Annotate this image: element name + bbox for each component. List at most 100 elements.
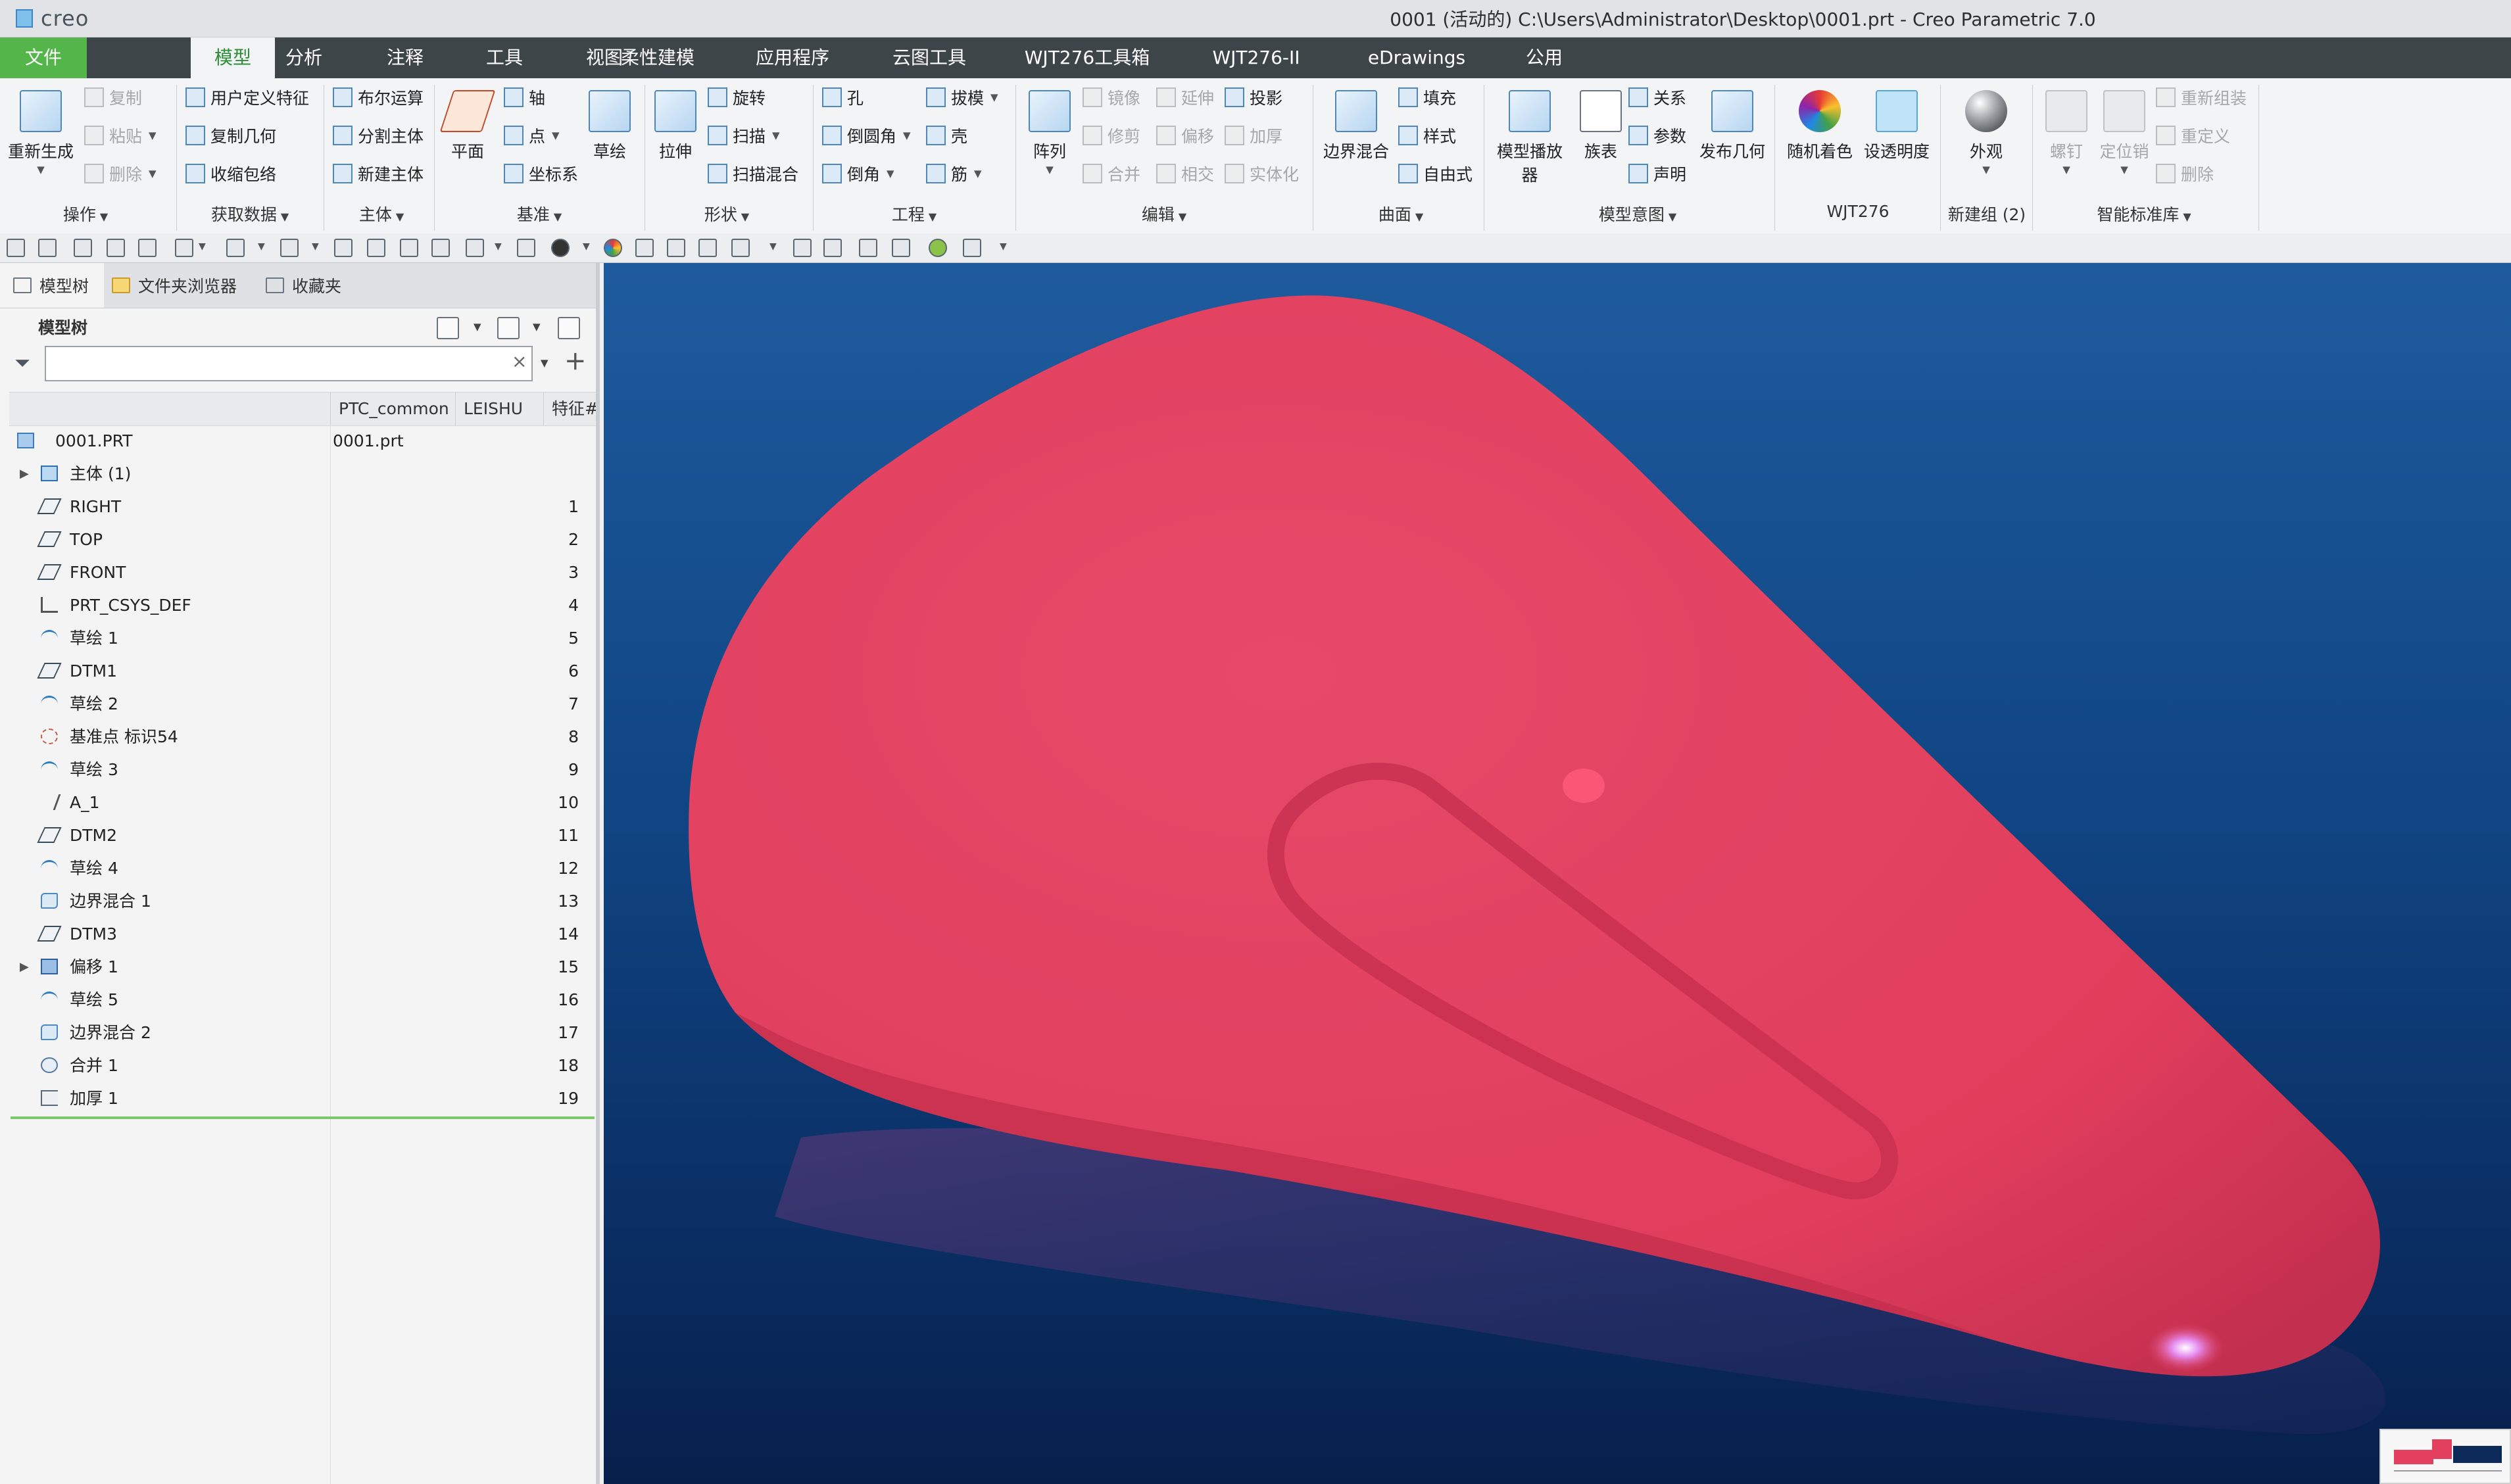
new-body-button[interactable]: 新建主体 [333, 157, 424, 190]
freestyle-button[interactable]: 自由式 [1398, 157, 1473, 190]
tree-row[interactable]: 边界混合 2 17 [0, 1017, 596, 1049]
view-icon[interactable] [280, 239, 299, 257]
group-label-editing[interactable]: 编辑 ▼ [1125, 202, 1204, 228]
merge-button[interactable]: 合并 [1083, 157, 1140, 190]
tree-row[interactable]: RIGHT 1 [0, 491, 596, 523]
set-transparency-button[interactable]: 设透明度 [1859, 85, 1935, 162]
regenerate-small-icon[interactable] [138, 239, 157, 257]
orient-icon[interactable] [823, 239, 842, 257]
csys-button[interactable]: 坐标系 [504, 157, 578, 190]
tab-edrawings[interactable]: eDrawings [1361, 37, 1472, 78]
tab-file[interactable]: 文件 [0, 37, 87, 78]
thicken-button[interactable]: 加厚 [1225, 119, 1282, 152]
zoom-window-icon[interactable] [334, 239, 353, 257]
group-label-engineering[interactable]: 工程 ▼ [875, 202, 954, 228]
project-button[interactable]: 投影 [1225, 81, 1282, 114]
publish-geometry-button[interactable]: 发布几何 [1695, 85, 1769, 162]
fill-button[interactable]: 填充 [1398, 81, 1456, 114]
paste-button[interactable]: 粘贴 ▼ [84, 119, 157, 152]
extend-button[interactable]: 延伸 [1156, 81, 1214, 114]
plane-button[interactable]: 平面 [434, 85, 501, 162]
pattern-button[interactable]: 阵列 ▼ [1015, 85, 1084, 176]
insert-here-indicator[interactable] [11, 1116, 595, 1119]
parameters-button[interactable]: 参数 [1628, 119, 1686, 152]
redo-icon[interactable] [226, 239, 245, 257]
group-label-get-data[interactable]: 获取数据 ▼ [197, 202, 303, 228]
expand-arrow-icon[interactable]: ▶ [20, 960, 29, 974]
tab-analysis[interactable]: 分析 [275, 37, 333, 78]
tab-wjt276-toolbox[interactable]: WJT276工具箱 [1019, 37, 1155, 78]
redo-dropdown-icon[interactable]: ▼ [258, 241, 265, 252]
column-ptc-common[interactable]: PTC_common [330, 393, 455, 425]
copy-geometry-button[interactable]: 复制几何 [185, 119, 276, 152]
render-icon[interactable] [667, 239, 685, 257]
intersect-button[interactable]: 相交 [1156, 157, 1214, 190]
tree-row[interactable]: A_1 10 [0, 786, 596, 819]
swept-blend-button[interactable]: 扫描混合 [708, 157, 798, 190]
tree-row[interactable]: TOP 2 [0, 523, 596, 556]
point-button[interactable]: 点 ▼ [504, 119, 560, 152]
tree-row[interactable]: 草绘 5 16 [0, 984, 596, 1017]
expand-arrow-icon[interactable]: ▶ [20, 467, 29, 481]
clear-search-icon[interactable]: × [512, 350, 527, 372]
part-model-view[interactable] [604, 263, 2511, 1484]
tab-folder-browser[interactable]: 文件夹浏览器 [112, 263, 256, 308]
style-button[interactable]: 样式 [1398, 119, 1456, 152]
group-label-model-intent[interactable]: 模型意图 ▼ [1585, 202, 1690, 228]
refit-icon[interactable] [517, 239, 535, 257]
open-file-icon[interactable] [38, 239, 57, 257]
group-label-operations[interactable]: 操作 ▼ [39, 202, 132, 228]
tree-search-input[interactable] [45, 346, 533, 381]
tree-row[interactable]: 草绘 1 5 [0, 622, 596, 655]
tab-cloud-tools[interactable]: 云图工具 [888, 37, 971, 78]
tab-applications[interactable]: 应用程序 [750, 37, 835, 78]
udf-button[interactable]: 用户定义特征 [185, 81, 309, 114]
plane-display-icon[interactable] [859, 239, 877, 257]
section-icon[interactable] [793, 239, 812, 257]
tab-model-tree[interactable]: 模型树 [0, 263, 104, 308]
declare-button[interactable]: 声明 [1628, 157, 1686, 190]
offset-button[interactable]: 偏移 [1156, 119, 1214, 152]
tree-row[interactable]: ▶ 主体 (1) [0, 458, 596, 491]
tree-row[interactable]: DTM3 14 [0, 918, 596, 951]
extrude-button[interactable]: 拉伸 [642, 85, 709, 162]
filter-icon[interactable]: ⏷ [14, 352, 30, 375]
random-color-button[interactable]: 随机着色 [1784, 85, 1856, 162]
new-file-icon[interactable] [7, 239, 25, 257]
pin-button[interactable]: 定位销 ▼ [2090, 85, 2158, 176]
trim-button[interactable]: 修剪 [1083, 119, 1140, 152]
tab-wjt276-ii[interactable]: WJT276-II [1204, 37, 1309, 78]
tab-tools[interactable]: 工具 [474, 37, 535, 78]
tab-flexible-modeling[interactable]: 柔性建模 [618, 37, 697, 78]
split-body-button[interactable]: 分割主体 [333, 119, 424, 152]
tree-row[interactable]: FRONT 3 [0, 556, 596, 589]
tree-row[interactable]: ▶ 偏移 1 15 [0, 951, 596, 984]
save-icon[interactable] [107, 239, 125, 257]
tree-row[interactable]: 草绘 3 9 [0, 754, 596, 786]
window-icon[interactable] [963, 239, 981, 257]
shading-sphere-icon[interactable] [551, 239, 570, 257]
shell-button[interactable]: 壳 [926, 119, 967, 152]
close-window-icon[interactable] [74, 239, 92, 257]
folder-icon[interactable] [635, 239, 654, 257]
reassemble-button[interactable]: 重新组装 [2156, 81, 2247, 114]
group-label-shapes[interactable]: 形状 ▼ [684, 202, 769, 228]
annotation-display-icon[interactable] [731, 239, 750, 257]
sketch-button[interactable]: 草绘 [576, 85, 643, 162]
hole-button[interactable]: 孔 [822, 81, 864, 114]
revolve-button[interactable]: 旋转 [708, 81, 766, 114]
tab-common[interactable]: 公用 [1513, 37, 1576, 78]
group-label-smart-library[interactable]: 智能标准库 ▼ [2085, 202, 2203, 228]
chamfer-button[interactable]: 倒角 ▼ [822, 157, 894, 190]
sweep-button[interactable]: 扫描 ▼ [708, 119, 780, 152]
shrinkwrap-button[interactable]: 收缩包络 [185, 157, 276, 190]
tree-row[interactable]: DTM2 11 [0, 819, 596, 852]
column-feature-number[interactable]: 特征# [543, 393, 596, 425]
relations-button[interactable]: 关系 [1628, 81, 1686, 114]
draft-button[interactable]: 拔模 ▼ [926, 81, 998, 114]
display-style-icon[interactable] [466, 239, 484, 257]
tree-row[interactable]: 草绘 2 7 [0, 688, 596, 721]
customize-toolbar-icon[interactable]: ▼ [1000, 241, 1007, 252]
mirror-button[interactable]: 镜像 [1083, 81, 1140, 114]
saved-views-icon[interactable] [892, 239, 910, 257]
